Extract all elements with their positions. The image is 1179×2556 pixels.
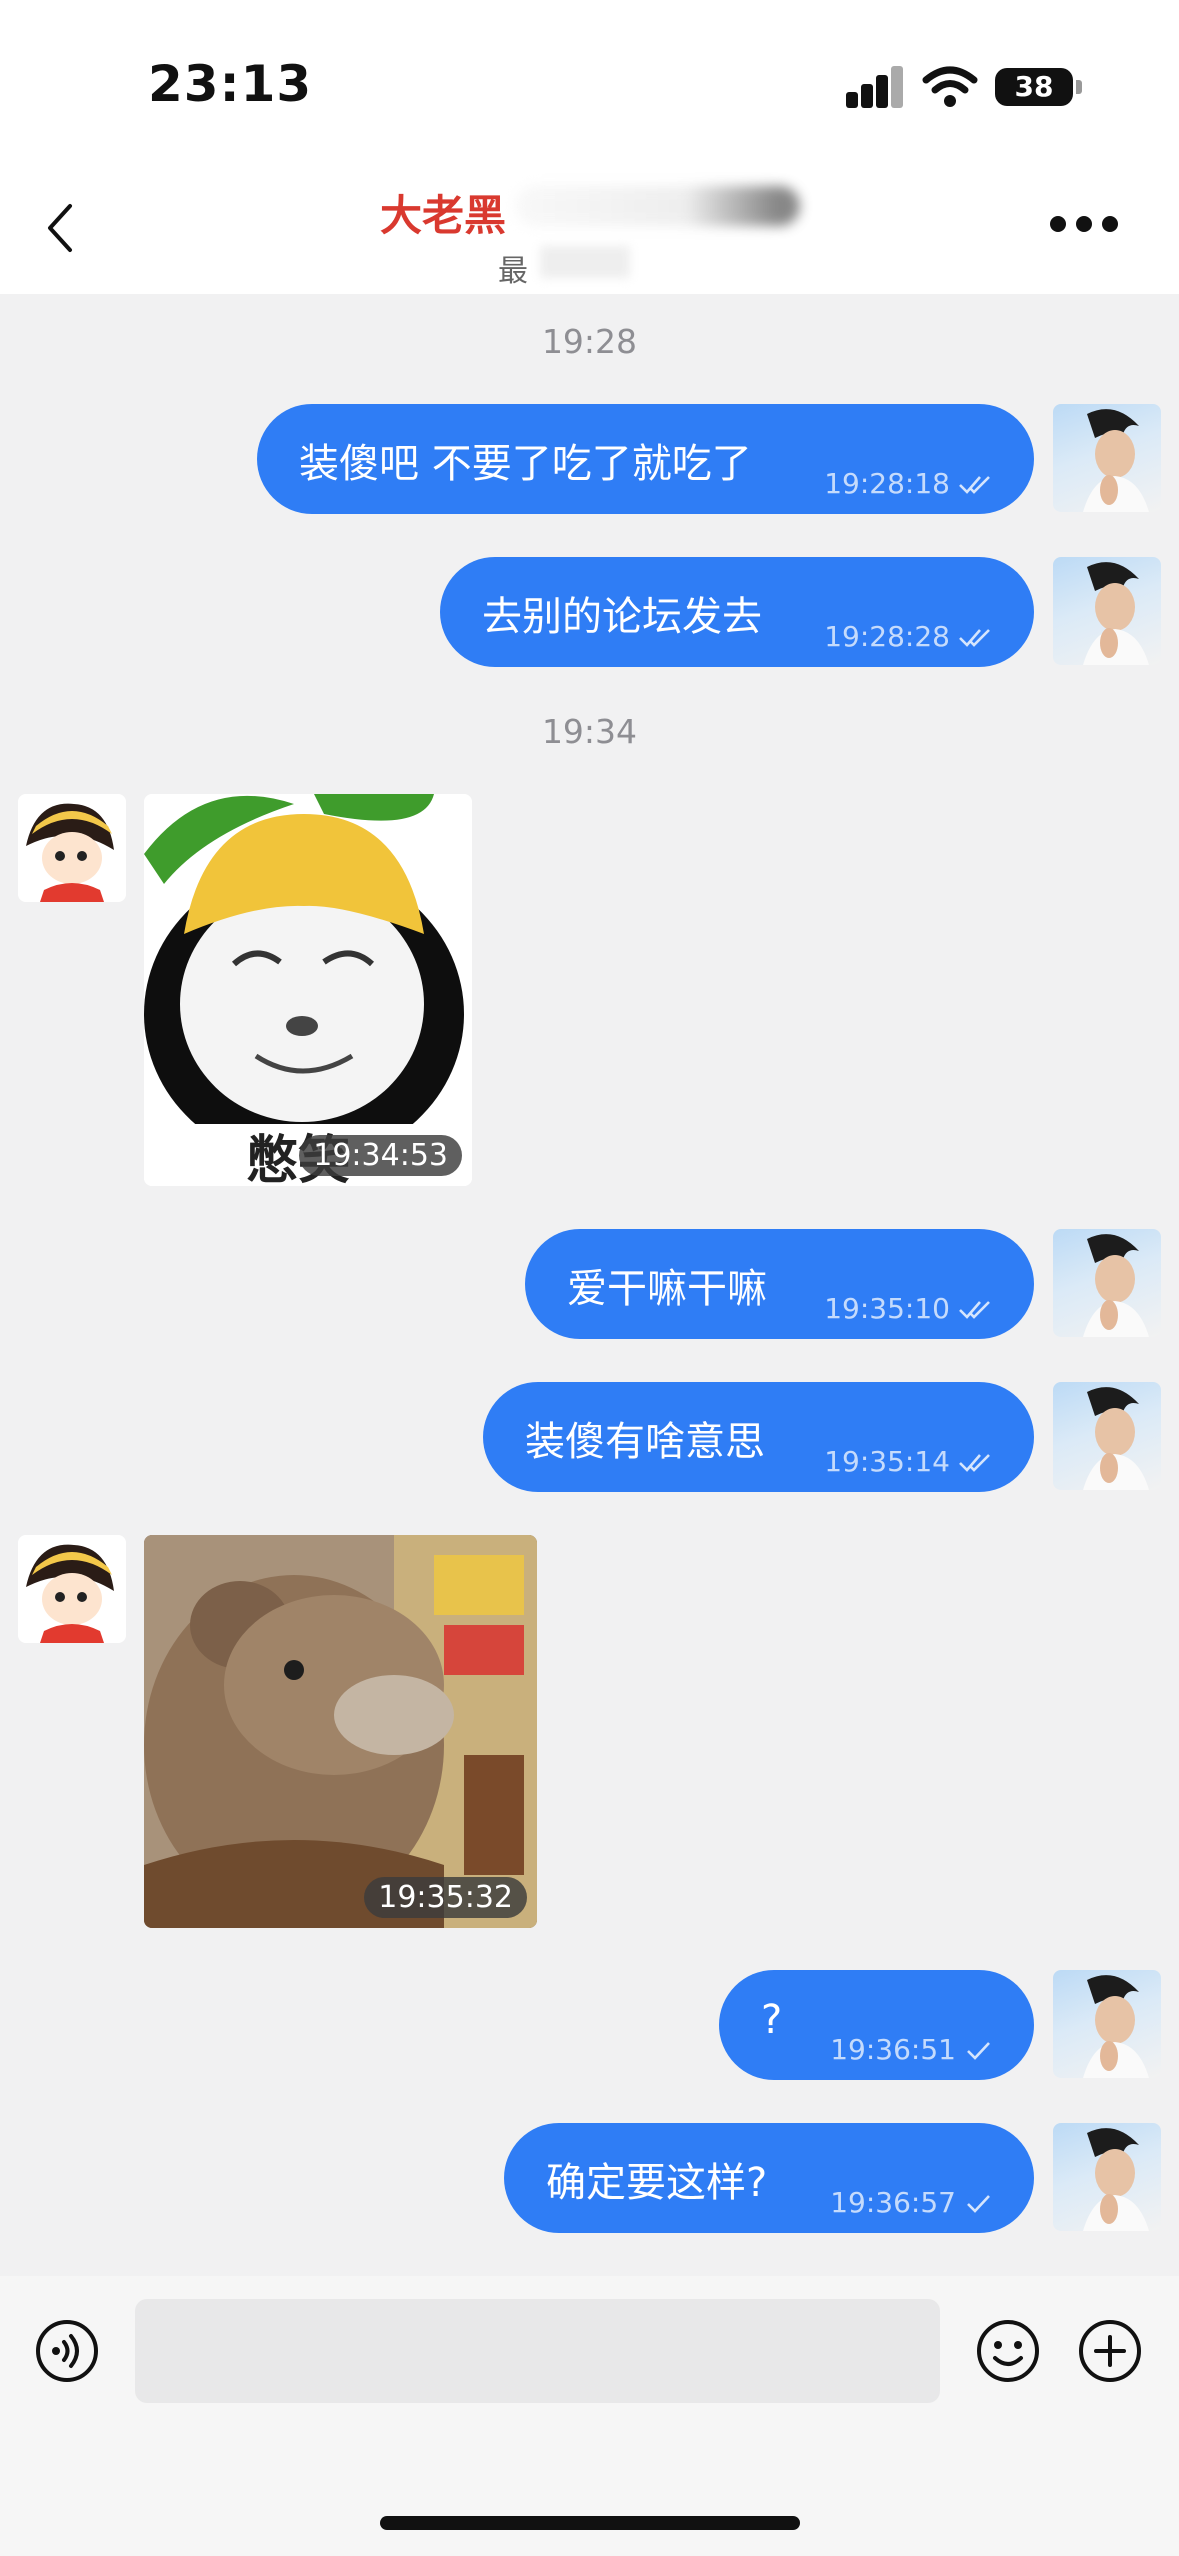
- message-bubble[interactable]: 爱干嘛干嘛 19:35:10: [525, 1229, 1034, 1339]
- my-avatar[interactable]: [1053, 1382, 1161, 1490]
- my-avatar[interactable]: [1053, 1229, 1161, 1337]
- message-text: 装傻吧 不要了吃了就吃了: [299, 441, 752, 487]
- contact-avatar[interactable]: [18, 1535, 126, 1643]
- my-avatar[interactable]: [1053, 2123, 1161, 2231]
- my-avatar[interactable]: [1053, 1970, 1161, 2078]
- contact-status: 最: [498, 254, 528, 289]
- message-input[interactable]: [135, 2299, 940, 2403]
- sticker-image[interactable]: 憋笑 19:34:53: [144, 794, 472, 1186]
- status-time: 23:13: [148, 55, 313, 113]
- gif-image[interactable]: 19:35:32: [144, 1535, 537, 1928]
- message-text: ?: [761, 1997, 783, 2043]
- message-meta: 19:35:14: [824, 1445, 992, 1478]
- message-time: 19:35:14: [824, 1445, 950, 1478]
- contact-name[interactable]: 大老黑: [380, 182, 506, 243]
- message-meta: 19:28:28: [824, 620, 992, 653]
- battery-icon: 38: [995, 68, 1073, 106]
- battery-level: 38: [1014, 70, 1054, 103]
- voice-icon[interactable]: [34, 2318, 100, 2384]
- check-icon: [967, 2042, 990, 2060]
- my-avatar[interactable]: [1053, 557, 1161, 665]
- my-avatar[interactable]: [1053, 404, 1161, 512]
- battery-nub: [1076, 80, 1082, 94]
- image-time: 19:35:32: [364, 1877, 527, 1918]
- lemon-panda-meme: 憋笑: [144, 794, 472, 1186]
- message-text: 去别的论坛发去: [482, 594, 762, 640]
- image-time: 19:34:53: [299, 1135, 462, 1176]
- more-icon[interactable]: [1048, 212, 1120, 236]
- redacted-status: [540, 246, 630, 278]
- teddy-bear-gif: [144, 1535, 537, 1928]
- message-text: 爱干嘛干嘛: [567, 1266, 767, 1312]
- time-divider: 19:28: [541, 322, 638, 361]
- emoji-icon[interactable]: [975, 2318, 1041, 2384]
- message-bubble[interactable]: ? 19:36:51: [719, 1970, 1034, 2080]
- message-meta: 19:35:10: [824, 1292, 992, 1325]
- plus-icon[interactable]: [1077, 2318, 1143, 2384]
- time-divider: 19:34: [541, 712, 638, 751]
- back-icon[interactable]: [40, 198, 80, 258]
- double-check-icon: [959, 629, 990, 647]
- home-indicator: [380, 2516, 800, 2530]
- message-time: 19:28:28: [824, 620, 950, 653]
- double-check-icon: [959, 476, 990, 494]
- chat-header: 大老黑 最: [0, 160, 1179, 294]
- message-bubble[interactable]: 确定要这样? 19:36:57: [504, 2123, 1034, 2233]
- message-bubble[interactable]: 去别的论坛发去 19:28:28: [440, 557, 1034, 667]
- signal-icon: [846, 66, 903, 108]
- message-meta: 19:36:51: [830, 2033, 992, 2066]
- message-time: 19:35:10: [824, 1292, 950, 1325]
- check-icon: [967, 2195, 990, 2213]
- message-bubble[interactable]: 装傻吧 不要了吃了就吃了 19:28:18: [257, 404, 1034, 514]
- double-check-icon: [959, 1301, 990, 1319]
- message-time: 19:36:57: [830, 2186, 956, 2219]
- contact-avatar[interactable]: [18, 794, 126, 902]
- double-check-icon: [959, 1454, 990, 1472]
- redacted-name: [515, 186, 800, 226]
- message-time: 19:28:18: [824, 467, 950, 500]
- message-bubble[interactable]: 装傻有啥意思 19:35:14: [483, 1382, 1034, 1492]
- message-text: 装傻有啥意思: [525, 1419, 765, 1465]
- message-meta: 19:36:57: [830, 2186, 992, 2219]
- message-text: 确定要这样?: [546, 2160, 768, 2206]
- status-bar: 23:13 38: [0, 0, 1179, 160]
- message-time: 19:36:51: [830, 2033, 956, 2066]
- message-meta: 19:28:18: [824, 467, 992, 500]
- wifi-icon: [922, 66, 978, 108]
